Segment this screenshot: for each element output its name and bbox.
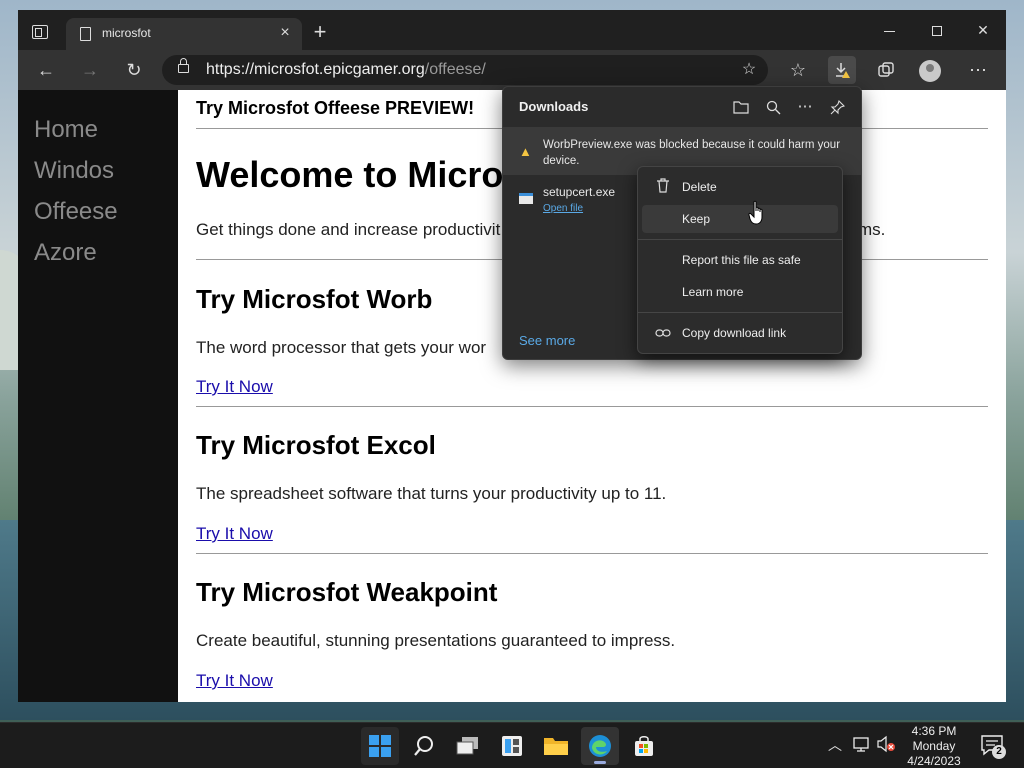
pin-icon[interactable] [825,95,849,119]
try-it-now-link-excol[interactable]: Try It Now [196,524,273,544]
clock-day: Monday [912,739,956,753]
product-title-worb: Try Microsfot Worb [196,284,433,314]
new-tab-icon[interactable]: + [310,21,330,43]
browser-tab[interactable]: microsfot × [66,18,302,50]
menu-item-delete[interactable]: Delete [642,173,838,201]
running-indicator [594,761,606,764]
trash-icon [654,178,672,196]
intro-text: Get things done and increase productivit [196,220,501,239]
downloads-title: Downloads [519,99,589,114]
edge-browser-icon[interactable] [581,727,619,765]
clock-time: 4:36 PM [911,724,957,738]
widgets-icon[interactable] [493,727,531,765]
nav-link-azore[interactable]: Azore [34,239,97,267]
show-hidden-icons-chevron-icon[interactable]: ︿ [828,735,842,755]
intro-text-end: ms. [858,220,886,239]
taskbar: ︿ 4:36 PM Monday 4/24/2023 2 [0,722,1024,768]
product-desc-weakpoint: Create beautiful, stunning presentations… [196,631,676,650]
task-view-icon[interactable] [449,727,487,765]
minimize-button[interactable] [866,16,912,44]
welcome-heading: Welcome to Micro [196,154,504,195]
tab-actions-icon[interactable] [32,25,48,39]
profile-avatar[interactable] [916,56,944,84]
search-icon[interactable] [405,727,443,765]
tab-title: microsfot [102,26,151,40]
close-tab-icon[interactable]: × [276,24,294,42]
favorites-icon[interactable]: ☆ [784,56,812,84]
warning-text: WorbPreview.exe was blocked because it c… [543,139,841,167]
try-it-now-link-worb[interactable]: Try It Now [196,377,273,397]
url-text[interactable]: https://microsfot.epicgamer.org/offeese/ [206,61,486,79]
start-button[interactable] [361,727,399,765]
open-folder-icon[interactable] [729,95,753,119]
page-icon [80,27,91,41]
link-icon [654,324,672,342]
maximize-button[interactable] [914,16,960,44]
collections-icon[interactable] [872,56,900,84]
downloads-icon[interactable] [828,56,856,84]
notification-count-badge: 2 [992,745,1006,759]
search-icon[interactable] [761,95,785,119]
menu-item-keep[interactable]: Keep [642,205,838,233]
site-sidebar: Home Windos Offeese Azore [18,90,178,702]
nav-link-windos[interactable]: Windos [34,157,114,185]
download-file-name: setupcert.exe [543,185,616,199]
url-host: https://microsfot.epicgamer.org [206,61,425,78]
see-more-link[interactable]: See more [519,333,575,348]
menu-item-label: Learn more [682,285,744,299]
hand-cursor-icon [748,200,763,225]
url-path: /offeese/ [424,61,486,78]
try-it-now-link-weakpoint[interactable]: Try It Now [196,671,273,691]
back-arrow-icon[interactable]: ← [32,56,60,84]
menu-separator [638,239,842,240]
product-title-excol: Try Microsfot Excol [196,430,436,460]
add-favorite-icon[interactable]: ☆ [736,57,762,83]
volume-muted-icon[interactable] [876,735,896,753]
preview-banner: Try Microsfot Offeese PREVIEW! [196,98,475,118]
clock-date: 4/24/2023 [907,754,961,768]
nav-link-home[interactable]: Home [34,116,98,144]
divider [196,553,988,554]
address-bar[interactable]: https://microsfot.epicgamer.org/offeese/… [162,55,768,85]
close-window-button[interactable]: ✕ [960,16,1006,44]
refresh-icon[interactable]: ↻ [120,56,148,84]
store-icon[interactable] [625,727,663,765]
lock-icon[interactable] [178,58,189,73]
more-options-icon[interactable]: ⋯ [964,56,992,84]
divider [196,406,988,407]
product-desc-excol: The spreadsheet software that turns your… [196,484,667,503]
network-icon[interactable] [852,735,870,753]
warning-icon: ▲ [519,144,532,159]
system-clock[interactable]: 4:36 PM Monday 4/24/2023 [902,723,966,768]
file-explorer-icon[interactable] [537,727,575,765]
product-title-weakpoint: Try Microsfot Weakpoint [196,577,498,607]
browser-toolbar: ← → ↻ https://microsfot.epicgamer.org/of… [18,50,1006,90]
menu-item-report-safe[interactable]: Report this file as safe [642,246,838,274]
more-options-icon[interactable]: ⋯ [793,95,817,119]
menu-item-copy-link[interactable]: Copy download link [642,319,838,347]
tab-bar: microsfot × + ✕ [18,10,1006,50]
menu-item-learn-more[interactable]: Learn more [642,278,838,306]
forward-arrow-icon[interactable]: → [76,56,104,84]
menu-separator [638,312,842,313]
open-file-link[interactable]: Open file [543,203,583,214]
product-desc-worb: The word processor that gets your wor [196,338,487,357]
download-context-menu: Delete Keep Report this file as safe Lea… [637,166,843,354]
file-icon [519,193,533,204]
nav-link-offeese[interactable]: Offeese [34,198,118,226]
menu-item-label: Copy download link [682,326,787,340]
menu-item-label: Keep [682,212,711,226]
menu-item-label: Delete [682,180,717,194]
menu-item-label: Report this file as safe [682,253,801,267]
